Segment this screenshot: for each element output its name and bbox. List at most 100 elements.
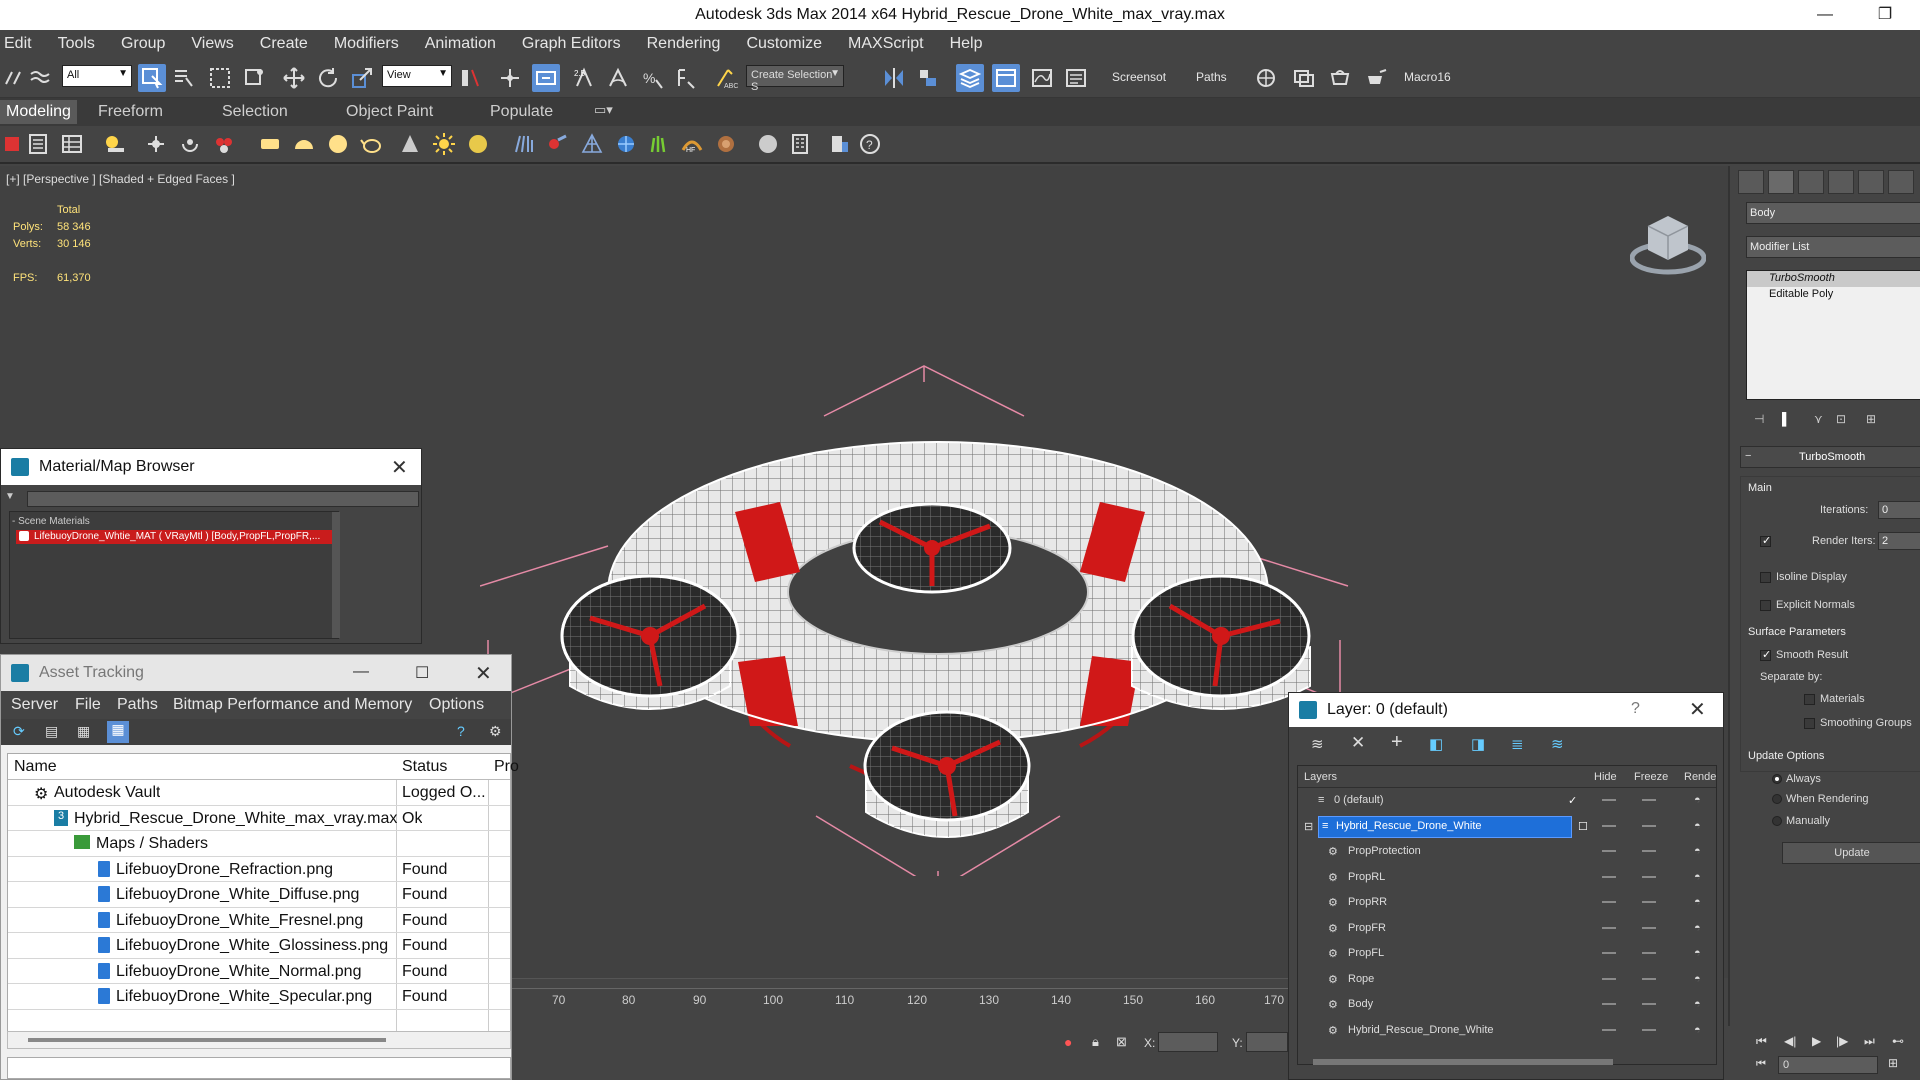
sphere-icon[interactable] — [324, 130, 352, 158]
freeze-toggle[interactable] — [1642, 926, 1656, 929]
mirror-icon[interactable] — [880, 64, 908, 92]
table-row[interactable]: Maps / Shaders — [8, 831, 510, 857]
globe-icon[interactable] — [612, 130, 640, 158]
plane-icon[interactable] — [256, 130, 284, 158]
render-setup-icon[interactable] — [1252, 64, 1280, 92]
tab-freeform[interactable]: Freeform — [98, 103, 163, 121]
hide-toggle[interactable] — [1602, 952, 1616, 954]
key-mode-icon[interactable]: ⊷ — [1892, 1034, 1904, 1048]
percent-snap-icon[interactable]: % — [638, 64, 666, 92]
freeze-toggle[interactable] — [1642, 875, 1656, 878]
delete-layer-icon[interactable]: ✕ — [1351, 733, 1365, 753]
hide-column-header[interactable]: Hide — [1594, 771, 1617, 783]
teapot-icon[interactable] — [358, 130, 386, 158]
thumbnail-view-icon[interactable]: ▦ — [77, 723, 90, 740]
menu-graph-editors[interactable]: Graph Editors — [522, 35, 621, 53]
cone-icon[interactable] — [396, 130, 424, 158]
schematic-view-icon[interactable] — [1062, 64, 1090, 92]
paths-macro-label[interactable]: Paths — [1196, 70, 1227, 84]
close-icon[interactable]: ✕ — [475, 661, 492, 686]
table-row[interactable]: 3 Hybrid_Rescue_Drone_White_max_vray.max… — [8, 806, 510, 831]
tab-modeling[interactable]: Modeling — [0, 100, 77, 124]
table-row[interactable]: LifebuoyDrone_White_Specular.png Found — [8, 984, 510, 1010]
menu-animation[interactable]: Animation — [425, 35, 496, 53]
scrollbar-thumb[interactable] — [28, 1038, 386, 1042]
next-frame-icon[interactable]: |▶ — [1836, 1034, 1848, 1048]
unlink-icon[interactable] — [26, 64, 54, 92]
omni-light-icon[interactable] — [464, 130, 492, 158]
material-search-field[interactable] — [27, 491, 419, 507]
selection-filter-dropdown[interactable]: All ▼ — [62, 65, 132, 87]
table-row[interactable]: LifebuoyDrone_White_Normal.png Found — [8, 959, 510, 984]
modifier-stack[interactable]: TurboSmooth Editable Poly — [1746, 270, 1920, 400]
menu-group[interactable]: Group — [121, 35, 165, 53]
asset-path-field[interactable] — [7, 1057, 511, 1079]
layer-row-object[interactable]: ⚙ PropFL ◓ — [1298, 941, 1716, 967]
hide-toggle[interactable] — [1602, 875, 1616, 878]
table-row[interactable]: ⚙ Autodesk Vault Logged O... — [8, 780, 510, 806]
create-layer-icon[interactable]: + — [1391, 731, 1403, 754]
render-iterative-icon[interactable] — [1362, 64, 1390, 92]
window-crossing-icon[interactable] — [240, 64, 268, 92]
render-iters-checkbox[interactable] — [1760, 534, 1771, 547]
layer-properties-icon[interactable]: ≋ — [1551, 735, 1564, 753]
hide-toggle[interactable] — [1602, 977, 1616, 980]
mesh-icon[interactable] — [578, 130, 606, 158]
select-by-name-icon[interactable] — [170, 64, 198, 92]
layer-row-object[interactable]: ⚙ PropFR ◓ — [1298, 916, 1716, 942]
menu-bitmap-performance[interactable]: Bitmap Performance and Memory — [173, 696, 412, 714]
tab-populate[interactable]: Populate — [490, 103, 553, 121]
layer-horizontal-scrollbar[interactable] — [1313, 1059, 1613, 1065]
list-view-icon[interactable]: ▤ — [45, 723, 58, 740]
layer-row-default[interactable]: ≡ 0 (default) ✓ ◓ — [1298, 788, 1716, 814]
iterations-spinner[interactable]: 0 — [1878, 501, 1920, 519]
rendered-frame-window-icon[interactable] — [1290, 64, 1318, 92]
link-icon[interactable] — [0, 64, 28, 92]
add-to-layer-icon[interactable]: ◧ — [1429, 735, 1443, 753]
table-row[interactable]: LifebuoyDrone_White_Glossiness.png Found — [8, 933, 510, 959]
ribbon-options-icon[interactable]: ▭▾ — [594, 102, 613, 118]
hide-toggle[interactable] — [1602, 1028, 1616, 1031]
when-rendering-radio[interactable] — [1772, 794, 1782, 804]
layers-column-header[interactable]: Layers — [1304, 771, 1337, 783]
material-list-scrollbar[interactable] — [332, 512, 340, 638]
help-icon[interactable]: ? — [457, 723, 465, 739]
menu-help[interactable]: Help — [950, 35, 983, 53]
camera-icon[interactable] — [176, 130, 204, 158]
manually-radio[interactable] — [1772, 816, 1782, 826]
layer-row-object[interactable]: ⚙ Rope ◓ — [1298, 967, 1716, 993]
help-button[interactable]: ? — [1631, 700, 1640, 718]
layer-manager-icon[interactable] — [956, 64, 984, 92]
object-name-field[interactable]: Body — [1746, 202, 1920, 224]
render-iters-spinner[interactable]: 2 — [1878, 532, 1920, 550]
light-lister-icon[interactable] — [100, 130, 128, 158]
time-slider-track[interactable] — [512, 979, 1288, 989]
render-teapot-icon[interactable]: ◓ — [1694, 845, 1701, 857]
tab-object-paint[interactable]: Object Paint — [346, 103, 433, 121]
render-column-header[interactable]: Rende — [1684, 771, 1716, 783]
render-teapot-icon[interactable]: ◓ — [1694, 820, 1701, 832]
render-teapot-icon[interactable]: ◓ — [1694, 794, 1701, 806]
options-dropdown-icon[interactable]: ▼ — [5, 491, 19, 507]
material-browser-titlebar[interactable]: Material/Map Browser ✕ — [1, 449, 421, 485]
tab-selection[interactable]: Selection — [222, 103, 288, 121]
motion-tab-icon[interactable] — [1828, 170, 1854, 194]
layer-row-object[interactable]: ⚙ PropRR ◓ — [1298, 890, 1716, 916]
menu-file[interactable]: File — [75, 696, 101, 714]
close-icon[interactable]: ✕ — [1689, 697, 1706, 722]
rectangle-selection-icon[interactable] — [206, 64, 234, 92]
render-teapot-icon[interactable]: ◓ — [1694, 896, 1701, 908]
settings-icon[interactable]: ⚙ — [489, 723, 502, 740]
hide-toggle[interactable] — [1602, 850, 1616, 852]
layer-row-object[interactable]: ⚙ PropRL ◓ — [1298, 865, 1716, 891]
column-status-header[interactable]: Status — [402, 758, 447, 776]
menu-edit[interactable]: Edit — [4, 35, 32, 53]
expand-collapse-icon[interactable]: ⊟ — [1304, 820, 1313, 833]
explicit-normals-checkbox[interactable] — [1760, 600, 1771, 611]
cloth-icon[interactable] — [544, 130, 572, 158]
material-editor-icon[interactable] — [24, 130, 52, 158]
curve-editor-icon[interactable] — [1028, 64, 1056, 92]
hide-toggle[interactable] — [1602, 926, 1616, 929]
freeze-toggle[interactable] — [1642, 1003, 1656, 1005]
snaps-toggle-icon[interactable]: 2.5 — [570, 64, 598, 92]
